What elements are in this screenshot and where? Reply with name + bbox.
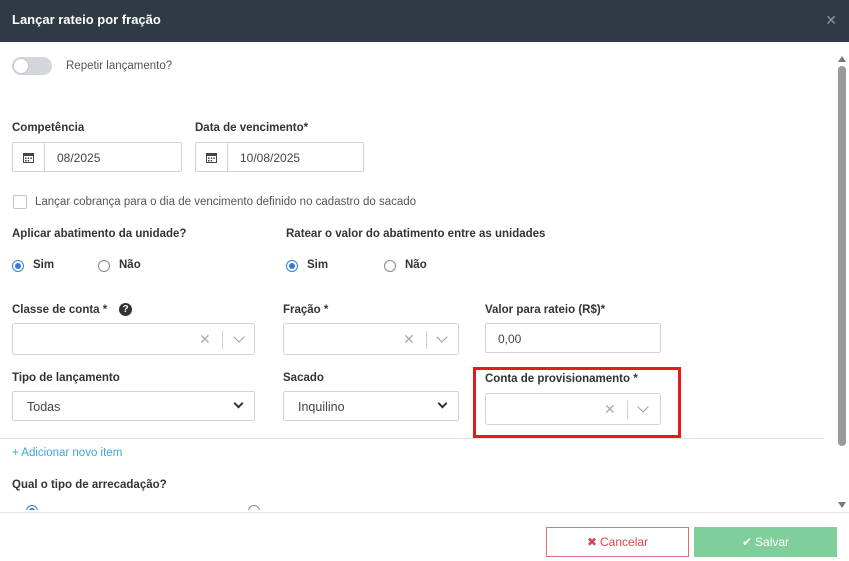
highlight-box xyxy=(473,367,681,438)
chevron-down-icon xyxy=(233,398,244,409)
modal-body xyxy=(0,42,849,512)
competencia-field[interactable]: 08/2025 xyxy=(12,142,182,172)
classe-select[interactable]: ✕ xyxy=(12,323,255,355)
modal-header: Lançar rateio por fração ✕ xyxy=(0,0,849,42)
ratear-nao-label: Não xyxy=(405,259,427,271)
chevron-down-icon[interactable] xyxy=(233,331,245,343)
clear-icon[interactable]: ✕ xyxy=(403,331,415,348)
chevron-down-icon xyxy=(437,398,448,409)
arrecadacao-label: Qual o tipo de arrecadação? xyxy=(12,479,167,491)
calendar-icon xyxy=(13,143,45,171)
divider xyxy=(0,438,824,439)
classe-label: Classe de conta * xyxy=(12,304,108,316)
calendar-icon xyxy=(196,143,228,171)
valor-value: 0,00 xyxy=(498,332,522,346)
clear-icon[interactable]: ✕ xyxy=(199,331,211,348)
abatimento-sim-label: Sim xyxy=(33,259,55,271)
repeat-label: Repetir lançamento? xyxy=(66,60,173,72)
scroll-up-icon[interactable] xyxy=(838,56,846,62)
question-circle-icon[interactable]: ? xyxy=(119,303,132,316)
ratear-radio-sim[interactable] xyxy=(286,260,298,272)
abatimento-radio-sim[interactable] xyxy=(12,260,24,272)
cobranca-checkbox[interactable] xyxy=(13,195,27,209)
close-icon[interactable]: ✕ xyxy=(825,12,837,29)
fracao-label: Fração * xyxy=(283,304,329,316)
valor-input[interactable]: 0,00 xyxy=(485,323,661,353)
tipo-select[interactable]: Todas xyxy=(12,391,255,421)
ratear-label: Ratear o valor do abatimento entre as un… xyxy=(286,228,546,240)
tipo-label: Tipo de lançamento xyxy=(12,372,120,384)
times-icon: ✖ xyxy=(586,535,598,549)
cobranca-label: Lançar cobrança para o dia de vencimento… xyxy=(35,196,417,208)
vencimento-field[interactable]: 10/08/2025 xyxy=(195,142,364,172)
fracao-select[interactable]: ✕ xyxy=(283,323,459,355)
scroll-thumb[interactable] xyxy=(838,66,846,446)
tipo-value: Todas xyxy=(27,400,61,414)
sacado-value: Inquilino xyxy=(298,400,345,414)
save-button[interactable]: ✔ Salvar xyxy=(694,527,837,557)
abatimento-label: Aplicar abatimento da unidade? xyxy=(12,228,187,240)
sacado-select[interactable]: Inquilino xyxy=(283,391,459,421)
cancel-button[interactable]: ✖ Cancelar xyxy=(546,527,689,557)
modal-footer: ✖ Cancelar ✔ Salvar xyxy=(0,512,849,561)
repeat-toggle[interactable] xyxy=(12,57,52,75)
competencia-value: 08/2025 xyxy=(57,151,101,165)
scrollbar[interactable] xyxy=(835,42,849,512)
abatimento-radio-nao[interactable] xyxy=(98,260,110,272)
valor-label: Valor para rateio (R$)* xyxy=(485,304,606,316)
modal-title: Lançar rateio por fração xyxy=(12,12,161,27)
ratear-sim-label: Sim xyxy=(307,259,329,271)
add-item-link[interactable]: + Adicionar novo item xyxy=(12,447,122,459)
check-icon: ✔ xyxy=(741,535,753,549)
chevron-down-icon[interactable] xyxy=(436,331,448,343)
sacado-label: Sacado xyxy=(283,372,324,384)
save-label: Salvar xyxy=(755,535,790,549)
cancel-label: Cancelar xyxy=(600,535,649,549)
scroll-down-icon[interactable] xyxy=(838,502,846,508)
ratear-radio-nao[interactable] xyxy=(384,260,396,272)
competencia-label: Competência xyxy=(12,122,85,134)
vencimento-label: Data de vencimento* xyxy=(195,122,309,134)
abatimento-nao-label: Não xyxy=(119,259,141,271)
vencimento-value: 10/08/2025 xyxy=(240,151,301,165)
